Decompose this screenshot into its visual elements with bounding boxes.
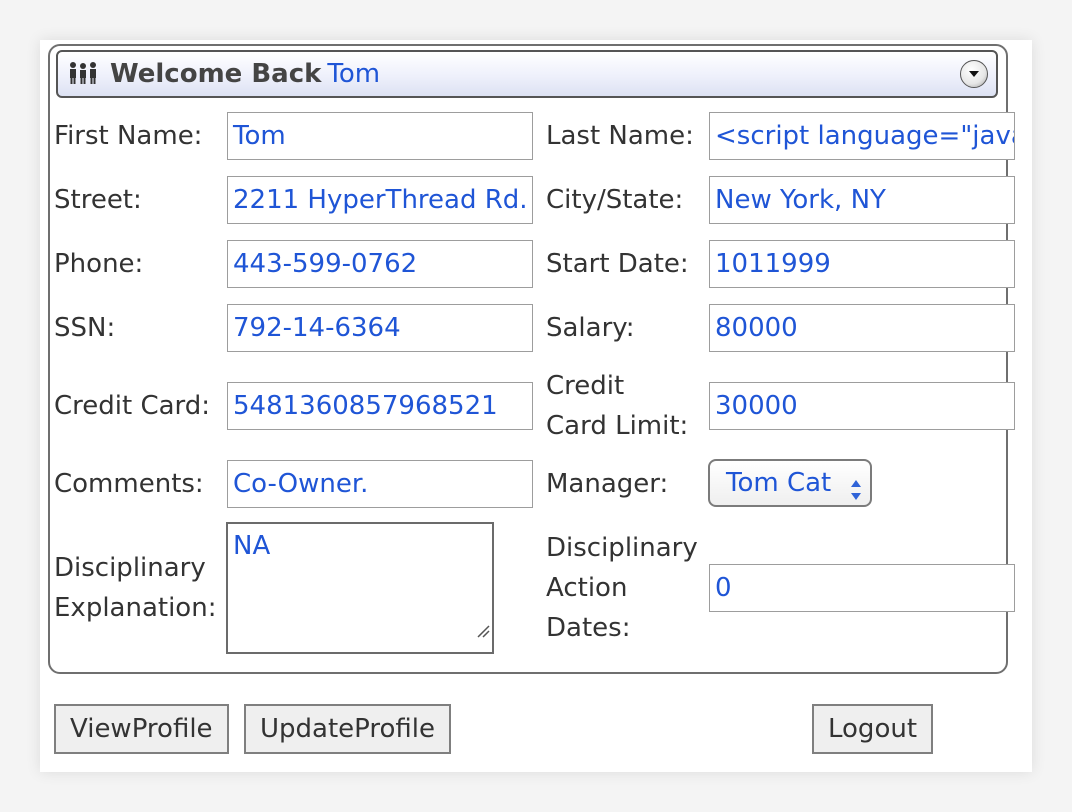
disciplinary-action-dates-field[interactable]: 0 [709, 564, 1015, 612]
disciplinary-action-dates-label-line2: Action [546, 573, 628, 603]
panel-header: Welcome Back Tom [56, 50, 998, 98]
ssn-field[interactable]: 792-14-6364 [227, 304, 533, 352]
first-name-label: First Name: [54, 121, 203, 151]
start-date-label: Start Date: [546, 249, 689, 279]
profile-page: Welcome Back Tom First Name: Tom Last Nam… [40, 40, 1032, 772]
logout-button[interactable]: Logout [812, 704, 934, 754]
disciplinary-explanation-label-line1: Disciplinary [54, 553, 206, 583]
phone-label: Phone: [54, 249, 144, 279]
manager-select[interactable]: Tom Cat [708, 459, 872, 507]
view-profile-button[interactable]: ViewProfile [54, 704, 229, 754]
last-name-field[interactable]: <script language="java [709, 112, 1015, 160]
update-profile-button[interactable]: UpdateProfile [244, 704, 452, 754]
select-arrows-icon [850, 472, 862, 516]
city-state-field[interactable]: New York, NY [709, 176, 1015, 224]
credit-card-field[interactable]: 5481360857968521 [227, 382, 533, 430]
username: Tom [327, 59, 381, 89]
ssn-label: SSN: [54, 313, 116, 343]
comments-label: Comments: [54, 469, 204, 499]
disciplinary-action-dates-label-line3: Dates: [546, 613, 631, 643]
chevron-down-icon [969, 71, 979, 77]
collapse-button[interactable] [960, 60, 988, 88]
credit-card-limit-field[interactable]: 30000 [709, 382, 1015, 430]
last-name-label: Last Name: [546, 121, 694, 151]
disciplinary-action-dates-label-line1: Disciplinary [546, 533, 698, 563]
profile-panel: Welcome Back Tom First Name: Tom Last Nam… [48, 44, 1015, 674]
comments-field[interactable]: Co-Owner. [227, 460, 533, 508]
people-icon [68, 61, 98, 85]
start-date-field[interactable]: 1011999 [709, 240, 1015, 288]
street-field[interactable]: 2211 HyperThread Rd. [227, 176, 533, 224]
resize-grip-icon[interactable] [476, 610, 490, 650]
city-state-label: City/State: [546, 185, 684, 215]
welcome-text: Welcome Back [110, 59, 322, 89]
credit-card-limit-label-line2: Card Limit: [546, 411, 689, 441]
credit-card-label: Credit Card: [54, 391, 211, 421]
street-label: Street: [54, 185, 142, 215]
disciplinary-explanation-textarea[interactable]: NA [226, 522, 494, 654]
manager-select-value: Tom Cat [726, 468, 832, 498]
salary-field[interactable]: 80000 [709, 304, 1015, 352]
welcome-title: Welcome Back Tom [110, 52, 380, 96]
credit-card-limit-label-line1: Credit [546, 371, 625, 401]
manager-label: Manager: [546, 469, 669, 499]
disciplinary-explanation-value: NA [233, 531, 271, 561]
phone-field[interactable]: 443-599-0762 [227, 240, 533, 288]
salary-label: Salary: [546, 313, 635, 343]
first-name-field[interactable]: Tom [227, 112, 533, 160]
disciplinary-explanation-label-line2: Explanation: [54, 593, 217, 623]
